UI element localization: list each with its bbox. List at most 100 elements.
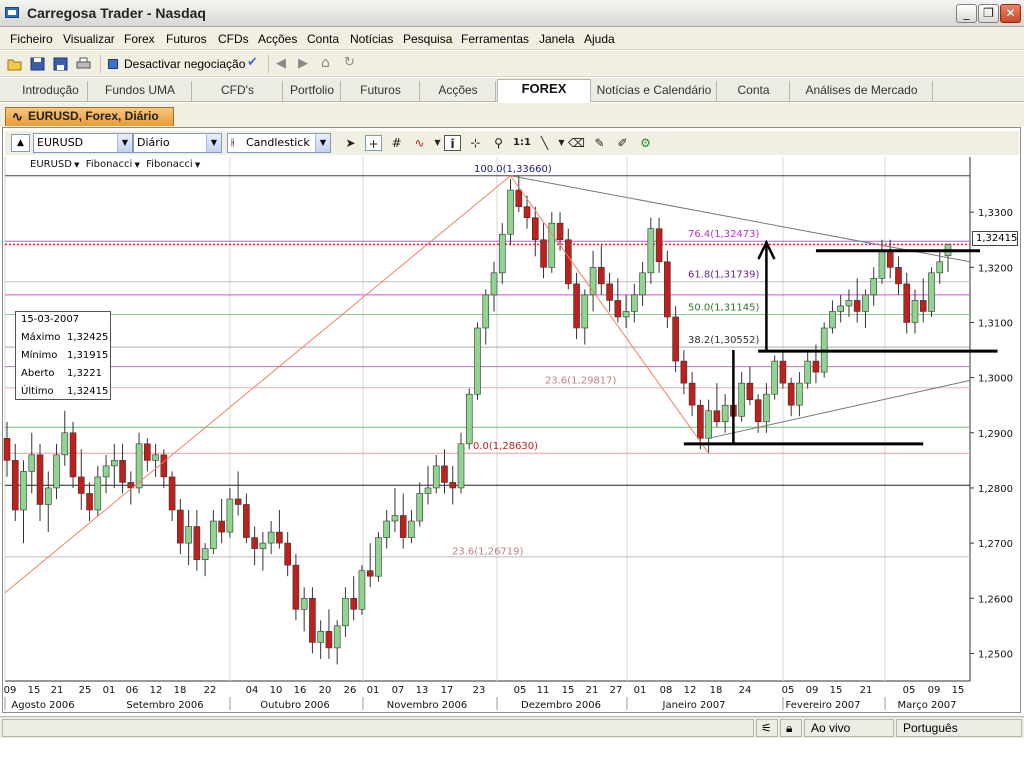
date-tick-label: 06 [126, 685, 139, 696]
candle-bull [300, 597, 308, 610]
candle-bull [474, 327, 481, 395]
ohlc-info-box: 15-03-2007 Máximo 1,32425 Mínimo 1,31915 A… [15, 311, 111, 400]
date-tick-label: 15 [562, 685, 575, 696]
candle-bull [878, 250, 886, 279]
candle-bull [111, 460, 118, 467]
candle-bull [416, 493, 424, 522]
candle-bull [498, 233, 506, 274]
date-tick-label: 08 [660, 685, 673, 696]
candle-bear [515, 189, 523, 207]
candle-bear [754, 399, 762, 423]
candle-bear [69, 432, 77, 478]
date-tick-label: 18 [174, 685, 187, 696]
fib-label: 50.0(1,31145) [688, 302, 760, 313]
candle-bull [375, 537, 382, 577]
connection-icon[interactable]: ⚟ [756, 719, 778, 737]
candle-bull [424, 487, 432, 494]
candle-bull [845, 300, 853, 307]
candle-bull [267, 531, 275, 544]
info-last-label: Último [21, 386, 54, 397]
candle-bull [490, 272, 498, 296]
candle-bear [556, 222, 564, 241]
candle-bull [721, 404, 729, 423]
candle-bull [622, 311, 630, 318]
month-label: Outubro 2006 [260, 700, 329, 711]
status-message-field [2, 719, 754, 737]
date-tick-label: 21 [860, 685, 873, 696]
candle-bear [441, 465, 448, 483]
fib-label: 23.6(1,26719) [452, 547, 524, 558]
date-tick-label: 16 [294, 685, 307, 696]
candle-bear [697, 404, 704, 439]
price-tick-label: 1,2800 [978, 484, 1013, 495]
candle-bull [771, 360, 778, 395]
candle-bull [358, 570, 366, 610]
candle-bull [936, 261, 944, 274]
candle-bull [862, 294, 869, 312]
candle-bull [738, 382, 745, 417]
last-price-marker: 1,32415 [972, 231, 1018, 246]
candle-bull [383, 520, 391, 538]
candle-bear [672, 316, 679, 362]
candle-bull [185, 526, 192, 544]
legend-symbol[interactable]: EURUSD [30, 159, 72, 170]
month-label: Março 2007 [898, 700, 957, 711]
info-min-label: Mínimo [21, 350, 58, 361]
candle-bull [61, 432, 69, 456]
candle-bear [325, 631, 333, 649]
candle-bear [218, 520, 225, 533]
candle-bull [259, 542, 267, 549]
fib-label: 76.4(1,32473) [688, 229, 760, 240]
candle-bear [919, 300, 927, 312]
date-tick-label: 15 [28, 685, 41, 696]
date-tick-label: 15 [952, 685, 965, 696]
candle-bear [606, 283, 613, 301]
fib-label: 100.0(1,33660) [474, 164, 552, 175]
info-open-value: 1,3221 [67, 368, 102, 379]
candle-bear [168, 476, 176, 511]
candle-bear [251, 537, 258, 549]
date-tick-label: 24 [739, 685, 752, 696]
candle-bear [688, 382, 696, 406]
candle-bear [119, 460, 126, 483]
date-tick-label: 22 [204, 685, 217, 696]
date-tick-label: 18 [710, 685, 723, 696]
candle-bear [144, 443, 151, 461]
month-label: Dezembro 2006 [521, 700, 601, 711]
candle-bull [705, 410, 712, 439]
date-tick-label: 01 [103, 685, 116, 696]
candle-bull [804, 360, 811, 384]
price-tick-label: 1,2900 [978, 429, 1013, 440]
candle-bear [523, 206, 531, 218]
price-tick-label: 1,3000 [978, 374, 1013, 385]
status-language[interactable]: Português [896, 719, 1022, 737]
candle-bull [210, 520, 217, 549]
date-tick-label: 05 [514, 685, 527, 696]
candle-bear [234, 498, 242, 505]
date-tick-label: 17 [441, 685, 454, 696]
candle-bull [20, 471, 27, 511]
lock-icon: 🔒︎ [780, 719, 802, 737]
date-tick-label: 12 [150, 685, 163, 696]
date-tick-label: 11 [537, 685, 550, 696]
legend-study-fibonacci-1[interactable]: Fibonacci [86, 159, 133, 170]
candle-bear [787, 382, 795, 406]
candle-bear [655, 228, 663, 263]
month-label: Novembro 2006 [387, 700, 467, 711]
candle-bear [86, 493, 93, 511]
price-chart[interactable]: 1,2500 1,2600 1,2700 1,2800 1,2900 1,3000 1,31… [0, 0, 1024, 768]
info-min-value: 1,31915 [67, 350, 109, 361]
date-tick-label: 07 [392, 685, 405, 696]
candle-bull [639, 272, 646, 296]
month-label: Setembro 2006 [126, 700, 203, 711]
candle-bear [614, 300, 622, 318]
candle-bear [573, 283, 580, 329]
info-date: 15-03-2007 [21, 314, 80, 325]
candle-bear [680, 360, 688, 384]
legend-study-fibonacci-2[interactable]: Fibonacci [146, 159, 193, 170]
candle-bull [465, 393, 473, 445]
candle-bear [895, 267, 902, 285]
candle-bull [152, 454, 159, 461]
candle-bear [713, 410, 721, 423]
candle-bear [779, 360, 787, 384]
